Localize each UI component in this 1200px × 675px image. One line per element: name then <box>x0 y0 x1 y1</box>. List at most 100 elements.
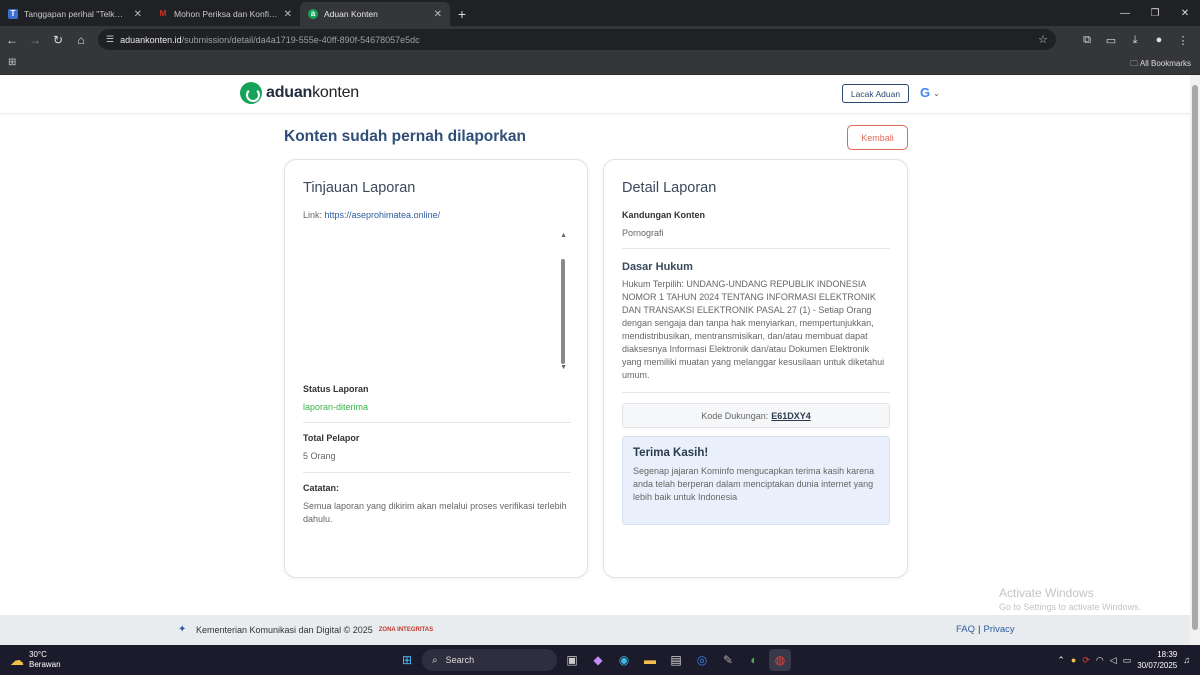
volume-icon[interactable]: ◁ <box>1110 655 1117 666</box>
notification-bell-icon[interactable]: ♫ <box>1183 655 1190 665</box>
window-controls: — ❐ ✕ <box>1110 0 1200 26</box>
divider <box>303 472 571 473</box>
logo-text: aduankonten <box>266 84 359 102</box>
total-pelapor-field: Total Pelapor 5 Orang <box>303 433 571 463</box>
site-logo[interactable]: aduankonten <box>240 82 359 104</box>
tray-app-icon[interactable]: ● <box>1071 655 1076 665</box>
bookmark-star-icon[interactable]: ☆ <box>1038 33 1048 46</box>
edge-icon[interactable]: ◉ <box>613 649 635 671</box>
close-icon[interactable]: ✕ <box>434 9 442 20</box>
thank-you-box: Terima Kasih! Segenap jajaran Kominfo me… <box>622 436 890 525</box>
kandungan-value: Pornografi <box>622 228 664 238</box>
close-icon[interactable]: ✕ <box>134 9 142 20</box>
page-title: Konten sudah pernah dilaporkan <box>284 128 526 145</box>
tab-tanggapan[interactable]: T Tanggapan perihal "Telkomsel T ✕ <box>0 2 150 26</box>
dasar-hukum-heading: Dasar Hukum <box>622 261 693 273</box>
apps-grid-icon[interactable]: ⊞ <box>8 57 16 68</box>
scroll-down-icon[interactable]: ▼ <box>560 364 567 371</box>
kandungan-label: Kandungan Konten <box>622 210 705 220</box>
kembali-button[interactable]: Kembali <box>847 125 908 150</box>
gmail-icon: M <box>159 9 167 18</box>
report-link[interactable]: https://aseprohimatea.online/ <box>325 210 441 220</box>
card-title: Detail Laporan <box>622 180 717 196</box>
extensions-icon[interactable]: ⧉ <box>1076 29 1098 51</box>
system-tray: ⌃ ● ⟳ ◠ ◁ ▭ 18:39 30/07/2025 ♫ <box>1057 649 1190 671</box>
tinjauan-laporan-card: Tinjauan Laporan Link: https://aseprohim… <box>284 159 588 578</box>
kode-label: Kode Dukungan: <box>701 410 769 421</box>
restore-icon[interactable]: ❐ <box>1140 0 1170 26</box>
logo-text-bold: aduan <box>266 84 313 101</box>
tab-favicon-icon: T <box>8 9 18 19</box>
catatan-label: Catatan: <box>303 483 340 493</box>
task-view-icon[interactable]: ▣ <box>561 649 583 671</box>
browser-tab-strip: T Tanggapan perihal "Telkomsel T ✕ M Moh… <box>0 0 1200 26</box>
url-input[interactable]: ☰ aduankonten.id /submission/detail/da4a… <box>98 29 1056 50</box>
address-bar-row: ← → ↻ ⌂ ☰ aduankonten.id /submission/det… <box>0 26 1200 53</box>
reload-icon[interactable]: ↻ <box>47 29 69 51</box>
tab-search-icon[interactable]: ▭ <box>1100 29 1122 51</box>
tab-mohon-periksa[interactable]: M Mohon Periksa dan Konfirmasi ✕ <box>150 2 300 26</box>
watermark-title: Activate Windows <box>999 586 1094 600</box>
game-app-icon[interactable]: ◐ <box>743 649 765 671</box>
bookmarks-bar: ⊞ 🗀 All Bookmarks <box>0 53 1200 75</box>
windows-taskbar: ☁ 30°C Berawan ⊞ ⌕ Search ▣ ◆ ◉ ▬ ▤ ◎ ✎ … <box>0 645 1200 675</box>
file-explorer-icon[interactable]: ▬ <box>639 649 661 671</box>
content-preview: ▲ ▼ <box>303 232 571 372</box>
google-account-menu[interactable]: G ⌄ <box>920 86 940 100</box>
weather-widget[interactable]: ☁ 30°C Berawan <box>10 650 61 670</box>
taskbar-apps: ⊞ ⌕ Search ▣ ◆ ◉ ▬ ▤ ◎ ✎ ◐ ◍ <box>396 649 791 671</box>
site-header: aduankonten Lacak Aduan G ⌄ <box>0 75 1190 114</box>
kode-value[interactable]: E61DXY4 <box>771 411 811 421</box>
clock-time: 18:39 <box>1157 650 1178 659</box>
page-scrollbar[interactable] <box>1190 75 1200 645</box>
tab-title: Mohon Periksa dan Konfirmasi <box>174 9 278 19</box>
footer-separator: | <box>978 624 981 635</box>
divider <box>622 248 890 249</box>
site-info-icon[interactable]: ☰ <box>106 34 114 45</box>
menu-icon[interactable]: ⋮ <box>1172 29 1194 51</box>
zona-integritas-logo: ZONA INTEGRITAS <box>378 626 434 633</box>
footer-copyright: ✦ Kementerian Komunikasi dan Digital © 2… <box>178 624 433 635</box>
battery-icon[interactable]: ▭ <box>1123 655 1132 666</box>
chevron-up-icon[interactable]: ⌃ <box>1057 655 1065 666</box>
profile-avatar-icon[interactable]: ● <box>1148 29 1170 51</box>
tab-title: Aduan Konten <box>324 9 378 19</box>
page-scrollbar-thumb[interactable] <box>1192 85 1198 630</box>
tab-aduan-konten[interactable]: a Aduan Konten ✕ <box>300 2 450 26</box>
close-window-icon[interactable]: ✕ <box>1170 0 1200 26</box>
clock-date: 30/07/2025 <box>1137 661 1178 670</box>
footer-links: FAQ | Privacy <box>956 624 1015 635</box>
app-ring-icon[interactable]: ◎ <box>691 649 713 671</box>
url-host: aduankonten.id <box>120 34 182 45</box>
weather-text: 30°C Berawan <box>29 650 61 670</box>
minimize-icon[interactable]: — <box>1110 0 1140 26</box>
forward-icon[interactable]: → <box>24 29 46 51</box>
close-icon[interactable]: ✕ <box>284 9 292 20</box>
faq-link[interactable]: FAQ <box>956 624 975 635</box>
wifi-icon[interactable]: ◠ <box>1096 655 1104 666</box>
chrome-icon[interactable]: ◍ <box>769 649 791 671</box>
dasar-hukum-field: Dasar Hukum Hukum Terpilih: UNDANG-UNDAN… <box>622 261 890 382</box>
store-icon[interactable]: ▤ <box>665 649 687 671</box>
clock[interactable]: 18:39 30/07/2025 <box>1137 649 1177 671</box>
lacak-aduan-button[interactable]: Lacak Aduan <box>842 84 909 103</box>
google-icon: G <box>920 85 931 100</box>
home-icon[interactable]: ⌂ <box>70 29 92 51</box>
page-viewport: aduankonten Lacak Aduan G ⌄ Konten sudah… <box>0 75 1190 645</box>
taskbar-search[interactable]: ⌕ Search <box>422 649 557 671</box>
report-link-row: Link: https://aseprohimatea.online/ <box>303 210 440 220</box>
download-icon[interactable]: ⤓ <box>1124 29 1146 51</box>
tray-sync-icon[interactable]: ⟳ <box>1082 655 1090 666</box>
privacy-link[interactable]: Privacy <box>983 624 1014 635</box>
scroll-up-icon[interactable]: ▲ <box>560 232 567 239</box>
new-tab-button[interactable]: + <box>450 2 474 26</box>
all-bookmarks-button[interactable]: 🗀 All Bookmarks <box>1130 58 1191 72</box>
preview-scrollbar-thumb[interactable] <box>561 259 565 364</box>
all-bookmarks-label: All Bookmarks <box>1139 59 1191 68</box>
windows-start-icon[interactable]: ⊞ <box>396 649 418 671</box>
back-icon[interactable]: ← <box>1 29 23 51</box>
pen-app-icon[interactable]: ✎ <box>717 649 739 671</box>
url-path: /submission/detail/da4a1719-555e-40ff-89… <box>181 34 420 45</box>
copilot-icon[interactable]: ◆ <box>587 649 609 671</box>
catatan-value: Semua laporan yang dikirim akan melalui … <box>303 501 567 524</box>
